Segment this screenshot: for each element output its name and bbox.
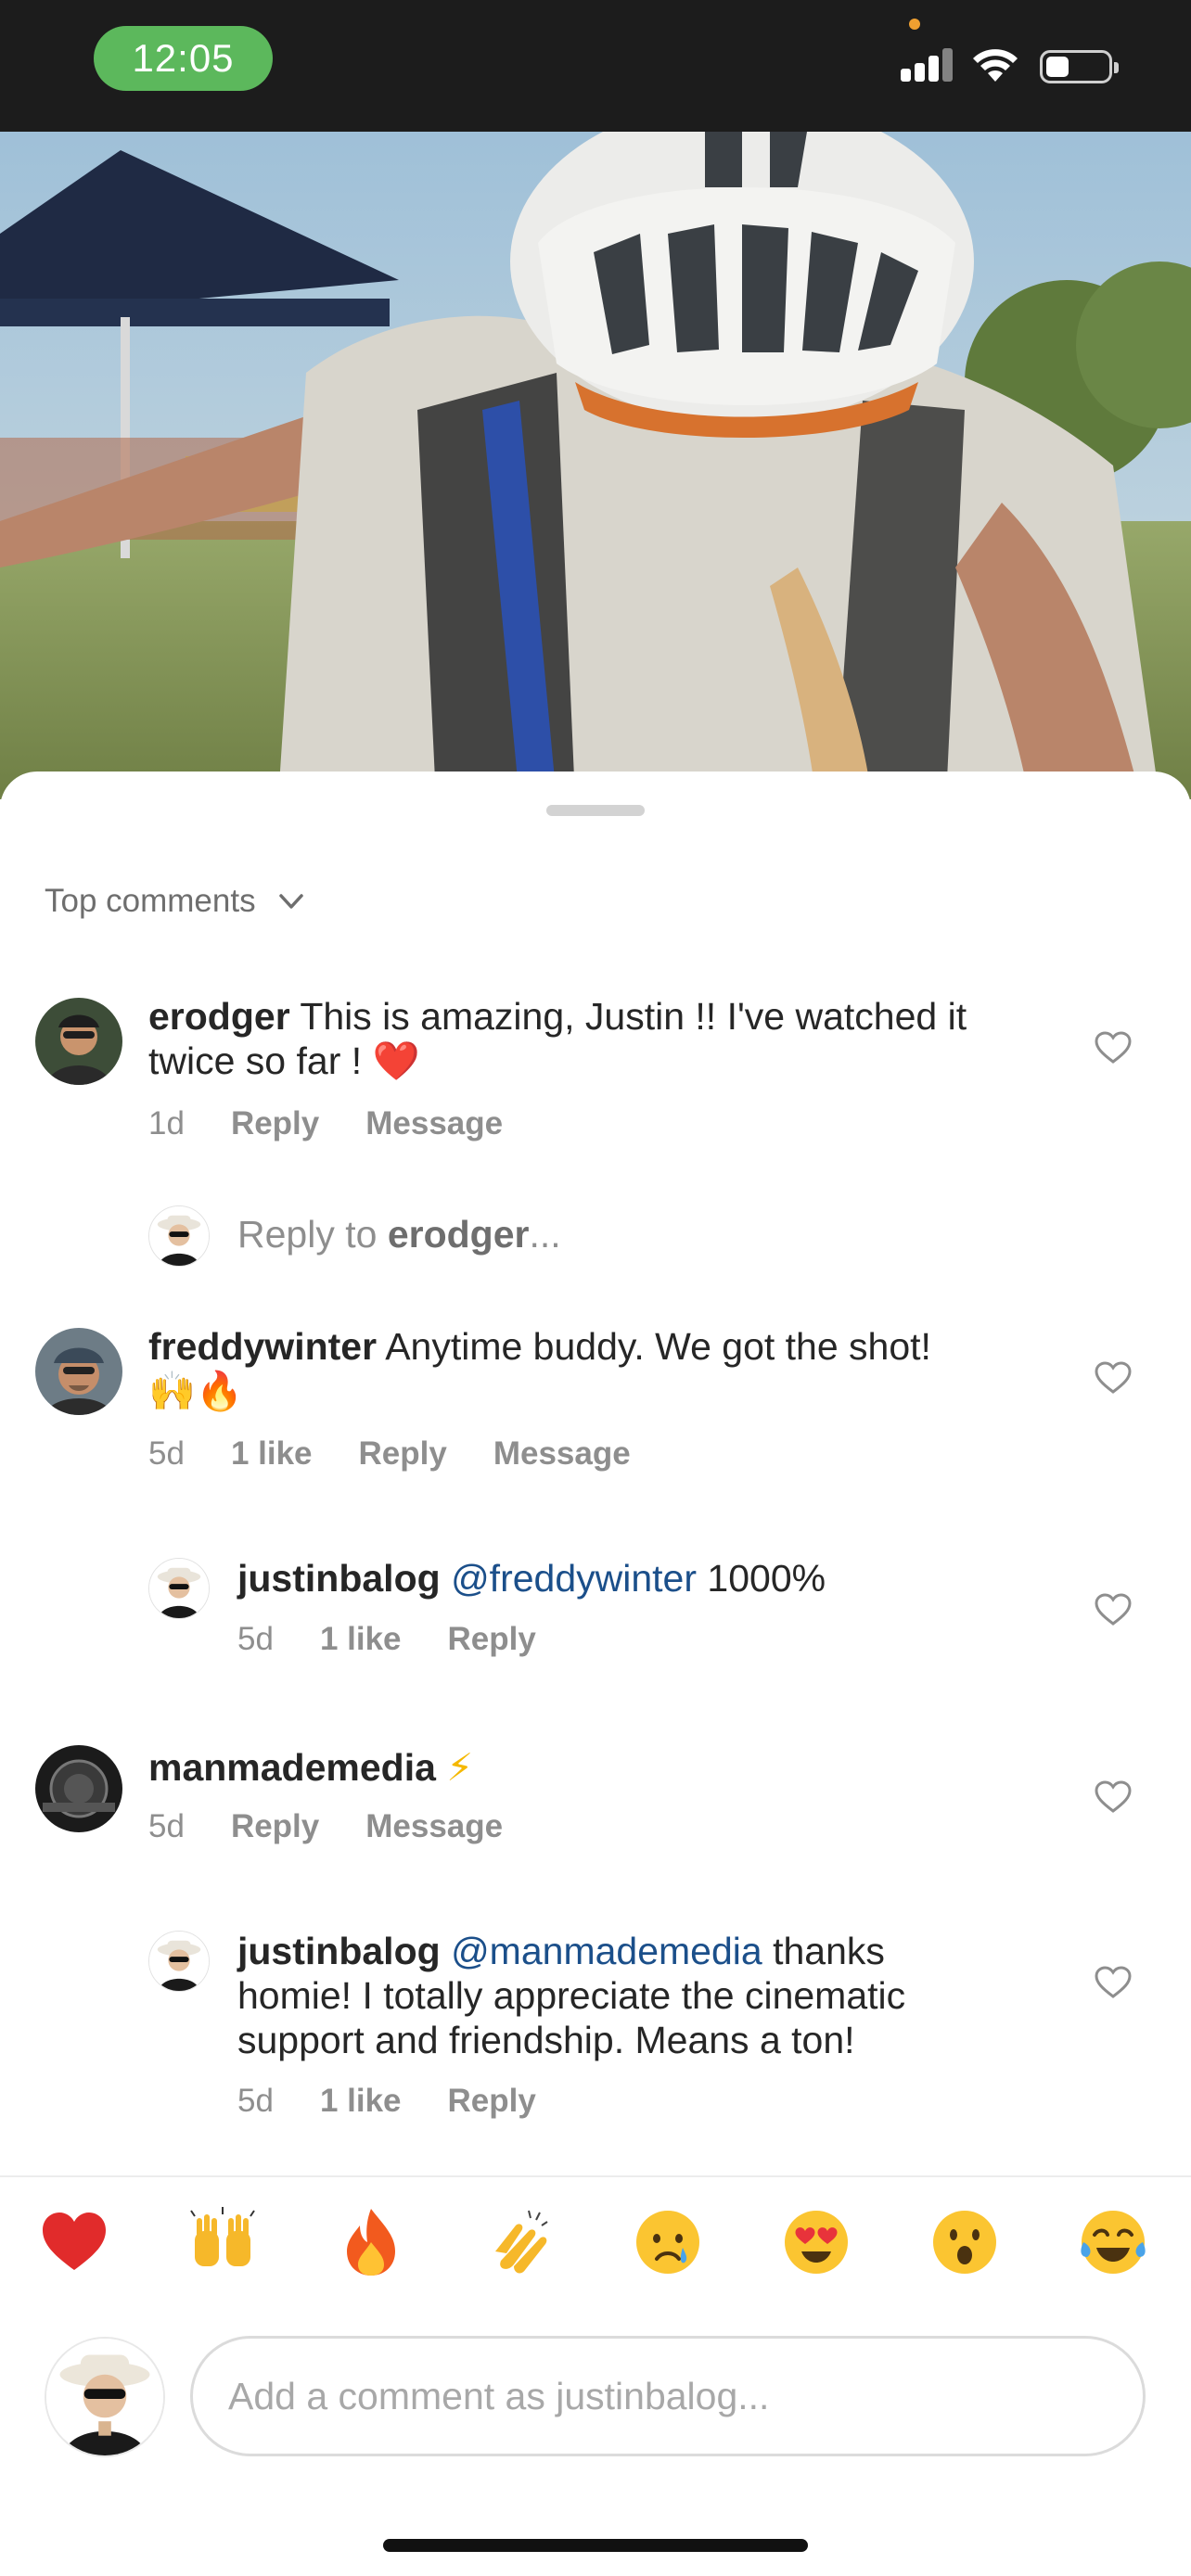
- avatar-erodger[interactable]: [35, 998, 122, 1085]
- comment-freddywinter: freddywinter Anytime buddy. We got the s…: [148, 1324, 1039, 1413]
- reply-prompt-suffix: ...: [529, 1213, 561, 1256]
- heart-eyes-emoji-button[interactable]: [779, 2205, 853, 2279]
- clapping-hands-icon: [495, 2210, 548, 2274]
- tears-of-joy-emoji-button[interactable]: [1076, 2205, 1150, 2279]
- reply-prompt-prefix: Reply to: [237, 1213, 378, 1256]
- comment-body: 1000%: [707, 1557, 826, 1600]
- sheet-grabber[interactable]: [546, 805, 645, 816]
- comment-body: Anytime buddy. We got the shot!: [385, 1325, 931, 1368]
- sort-dropdown[interactable]: Top comments: [45, 883, 308, 920]
- likes-count[interactable]: 1 like: [320, 1621, 402, 1658]
- comment-username[interactable]: erodger: [148, 995, 290, 1038]
- crying-face-emoji-button[interactable]: [631, 2205, 705, 2279]
- clapping-hands-emoji-button[interactable]: [482, 2205, 557, 2279]
- red-heart-icon: [43, 2213, 106, 2270]
- like-heart-icon[interactable]: [1095, 1593, 1132, 1626]
- comment-meta: 5d Reply Message: [148, 1808, 549, 1845]
- reply-prompt-username: erodger: [387, 1213, 530, 1256]
- like-heart-icon[interactable]: [1095, 1031, 1132, 1065]
- comment-username[interactable]: manmademedia: [148, 1746, 436, 1789]
- like-heart-icon[interactable]: [1095, 1780, 1132, 1814]
- likes-count[interactable]: 1 like: [320, 2083, 402, 2120]
- reply-button[interactable]: Reply: [359, 1435, 447, 1473]
- mention-link[interactable]: @manmademedia: [451, 1930, 762, 1972]
- heart-eyes-face-icon: [785, 2211, 848, 2274]
- reply-button[interactable]: Reply: [231, 1808, 319, 1845]
- reply-button[interactable]: Reply: [448, 2083, 536, 2120]
- comment-username[interactable]: justinbalog: [237, 1557, 441, 1600]
- comment-username[interactable]: justinbalog: [237, 1930, 441, 1972]
- sort-label: Top comments: [45, 883, 256, 919]
- comment-input[interactable]: [190, 2336, 1146, 2456]
- status-time: 12:05: [94, 26, 273, 91]
- composer-avatar: [45, 2337, 165, 2457]
- reply-button[interactable]: Reply: [448, 1621, 536, 1658]
- battery-icon: [1040, 50, 1119, 83]
- cellular-signal-icon: [901, 48, 954, 82]
- crying-face-icon: [636, 2211, 699, 2274]
- avatar-manmademedia[interactable]: [35, 1745, 122, 1832]
- current-user-avatar: [148, 1205, 210, 1267]
- reply-button[interactable]: Reply: [231, 1105, 319, 1142]
- avatar-freddywinter[interactable]: [35, 1328, 122, 1415]
- like-heart-icon[interactable]: [1095, 1966, 1132, 1999]
- avatar-justinbalog[interactable]: [148, 1558, 210, 1619]
- tears-of-joy-face-icon: [1081, 2211, 1146, 2274]
- comment-time: 1d: [148, 1105, 185, 1141]
- message-button[interactable]: Message: [365, 1105, 503, 1142]
- video-frame: [0, 132, 1191, 799]
- comment-manmademedia: manmademedia ⚡: [148, 1745, 1039, 1790]
- heart-emoji: ❤️: [372, 1039, 420, 1082]
- likes-count[interactable]: 1 like: [231, 1435, 313, 1473]
- message-button[interactable]: Message: [493, 1435, 631, 1473]
- comment-time: 5d: [237, 2083, 274, 2119]
- comment-meta: 5d 1 like Reply Message: [148, 1435, 677, 1473]
- raising-hands-emoji-button[interactable]: [186, 2205, 260, 2279]
- message-button[interactable]: Message: [365, 1808, 503, 1845]
- home-indicator[interactable]: [383, 2539, 808, 2552]
- comment-erodger: erodger This is amazing, Justin !! I've …: [148, 994, 1039, 1083]
- reply-justinbalog-1: justinbalog @freddywinter 1000%: [237, 1556, 1035, 1600]
- comment-body-line2: homie! I totally appreciate the cinemati…: [237, 1974, 906, 2017]
- comment-meta: 5d 1 like Reply: [237, 1621, 583, 1658]
- comment-emoji: 🙌🔥: [148, 1370, 244, 1412]
- surprised-face-icon: [933, 2211, 996, 2274]
- like-heart-icon[interactable]: [1095, 1361, 1132, 1395]
- divider: [0, 2175, 1191, 2177]
- raising-hands-icon: [190, 2207, 255, 2266]
- comment-body-line3: support and friendship. Means a ton!: [237, 2019, 855, 2061]
- fire-emoji-button[interactable]: [334, 2205, 408, 2279]
- mention-link[interactable]: @freddywinter: [451, 1557, 697, 1600]
- comments-sheet: Top comments erodger This is amazing, Ju…: [0, 772, 1191, 2576]
- comment-meta: 1d Reply Message: [148, 1105, 549, 1142]
- fire-icon: [347, 2209, 395, 2276]
- lightning-emoji: ⚡: [446, 1746, 474, 1789]
- comment-body-line1: thanks: [773, 1930, 885, 1972]
- status-bar: 12:05: [0, 0, 1191, 132]
- comment-time: 5d: [148, 1435, 185, 1472]
- comment-time: 5d: [148, 1808, 185, 1844]
- heart-emoji-button[interactable]: [37, 2205, 111, 2279]
- chevron-down-icon: [278, 894, 303, 909]
- comment-username[interactable]: freddywinter: [148, 1325, 377, 1368]
- comment-meta: 5d 1 like Reply: [237, 2083, 583, 2120]
- comment-time: 5d: [237, 1621, 274, 1657]
- surprised-face-emoji-button[interactable]: [928, 2205, 1002, 2279]
- avatar-justinbalog[interactable]: [148, 1931, 210, 1992]
- video-player[interactable]: [0, 132, 1191, 799]
- privacy-indicator: [909, 19, 920, 30]
- emoji-quick-bar: [0, 2205, 1191, 2307]
- wifi-icon: [973, 49, 1018, 82]
- reply-justinbalog-2: justinbalog @manmademedia thanks homie! …: [237, 1929, 1054, 2062]
- reply-prompt[interactable]: Reply to erodger...: [237, 1213, 561, 1256]
